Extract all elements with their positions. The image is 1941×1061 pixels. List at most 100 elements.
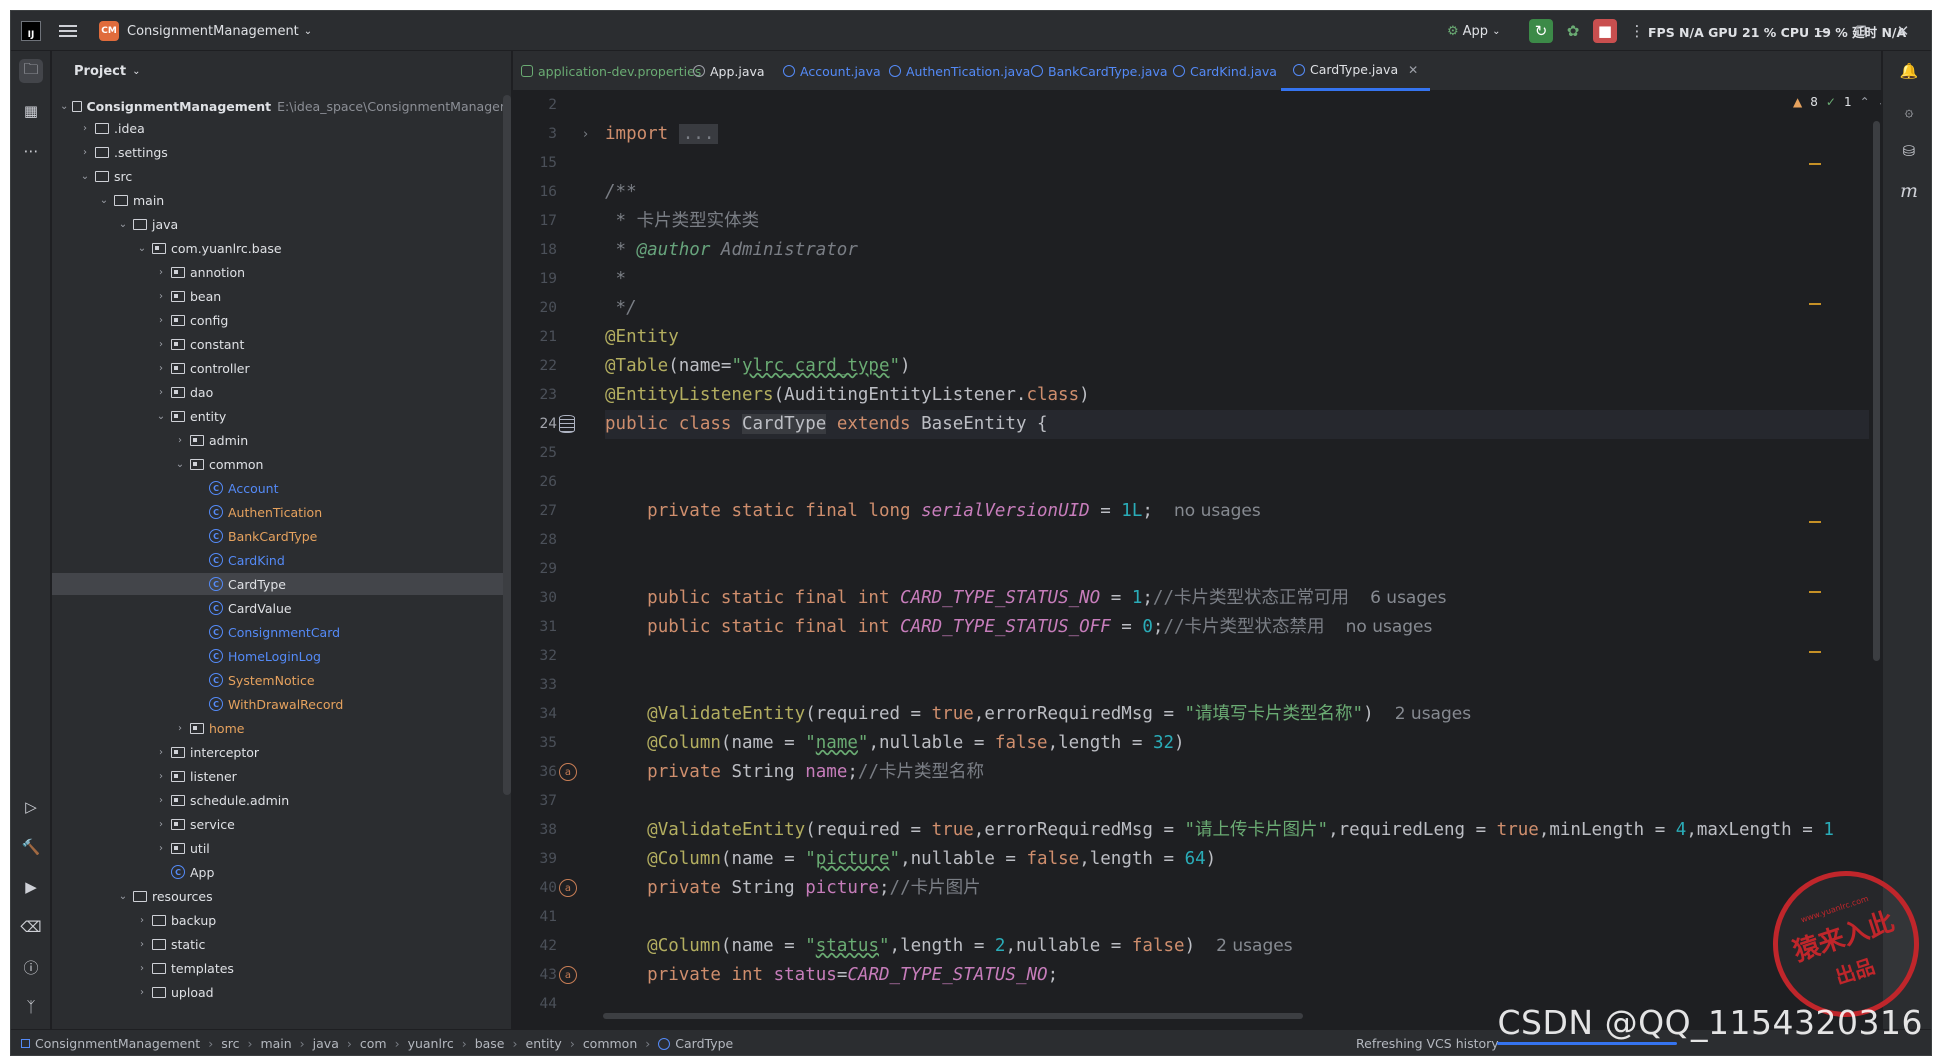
chevron-right-icon[interactable]: › [136,963,148,974]
notifications-icon[interactable]: 🔔 [1897,59,1921,83]
breadcrumb-item[interactable]: yuanlrc [408,1036,454,1051]
warning-marker[interactable] [1809,163,1821,165]
tree-item[interactable]: C Account [52,477,511,499]
tree-item[interactable]: › backup [52,909,511,931]
tree-item[interactable]: › schedule.admin [52,789,511,811]
background-task[interactable]: Refreshing VCS history [1356,1036,1499,1051]
close-icon[interactable]: ✕ [1891,19,1915,43]
chevron-down-icon[interactable]: ⌄ [60,101,68,112]
minimize-icon[interactable]: — [1811,19,1835,43]
tree-item[interactable]: › dao [52,381,511,403]
tree-item[interactable]: C ConsignmentCard [52,621,511,643]
tree-item[interactable]: › util [52,837,511,859]
breadcrumb-item[interactable]: CardType [675,1036,733,1051]
chevron-down-icon[interactable]: ⌄ [136,243,148,254]
chevron-right-icon[interactable]: › [136,987,148,998]
chevron-right-icon[interactable]: › [79,123,91,134]
structure-icon[interactable]: ▦ [19,99,43,123]
warning-marker[interactable] [1809,521,1821,523]
chevron-down-icon[interactable]: ⌄ [155,411,167,422]
chevron-right-icon[interactable]: › [155,363,167,374]
tree-item[interactable]: › static [52,933,511,955]
chevron-down-icon[interactable]: ⌄ [79,171,91,182]
tree-item[interactable]: › constant [52,333,511,355]
tree-item[interactable]: ⌄ src [52,165,511,187]
folded-imports[interactable]: ... [678,124,719,144]
tree-item[interactable]: › .idea [52,117,511,139]
editor-tab[interactable]: AuthenTication.java [889,51,1030,91]
code-view[interactable]: import ... /** * 卡片类型实体类 * @author Admin… [605,91,1869,1029]
tree-item[interactable]: › .settings [52,141,511,163]
column-mapping-icon[interactable]: a [559,966,577,984]
tree-item[interactable]: › service [52,813,511,835]
editor-vertical-scrollbar[interactable] [1873,121,1880,661]
tree-item[interactable]: › bean [52,285,511,307]
tree-item[interactable]: ⌄ main [52,189,511,211]
breadcrumb-item[interactable]: base [475,1036,505,1051]
tree-item[interactable]: › home [52,717,511,739]
tree-item[interactable]: C WithDrawalRecord [52,693,511,715]
problems-icon[interactable]: ⓘ [19,955,43,979]
stop-icon[interactable]: ■ [1593,19,1617,43]
rerun-icon[interactable]: ↻ [1529,19,1553,43]
terminal-icon[interactable]: ⌫ [19,915,43,939]
chevron-right-icon[interactable]: › [155,843,167,854]
breadcrumb-item[interactable]: java [313,1036,339,1051]
chevron-down-icon[interactable]: ⌄ [174,459,186,470]
editor-tab[interactable]: Account.java [783,51,881,91]
editor-tab[interactable]: application-dev.properties [521,51,701,91]
breadcrumb-item[interactable]: main [260,1036,291,1051]
debug-icon[interactable]: ✿ [1561,19,1585,43]
tree-item[interactable]: ⌄ resources [52,885,511,907]
breadcrumb-item[interactable]: com [360,1036,387,1051]
chevron-right-icon[interactable]: › [174,723,186,734]
tree-item[interactable]: › listener [52,765,511,787]
chevron-right-icon[interactable]: › [155,315,167,326]
column-mapping-icon[interactable]: a [559,763,577,781]
tree-item[interactable]: C SystemNotice [52,669,511,691]
entity-table-icon[interactable] [559,415,575,433]
intellij-logo-icon[interactable]: IJ [21,21,41,41]
tree-item[interactable]: › templates [52,957,511,979]
warning-marker[interactable] [1809,651,1821,653]
chevron-right-icon[interactable]: › [174,435,186,446]
fold-expand-icon[interactable]: › [583,120,588,149]
breadcrumb-item[interactable]: common [583,1036,637,1051]
run-config-selector[interactable]: ⚙ App ⌄ [1447,11,1500,51]
tree-item[interactable]: ⌄ common [52,453,511,475]
chevron-right-icon[interactable]: › [155,771,167,782]
breadcrumb-item[interactable]: entity [526,1036,562,1051]
chevron-down-icon[interactable]: ⌄ [1878,95,1881,109]
build-icon[interactable]: 🔨 [19,835,43,859]
maven-icon[interactable]: m [1897,179,1921,203]
tree-item[interactable]: C CardValue [52,597,511,619]
tree-item[interactable]: C AuthenTication [52,501,511,523]
services-icon[interactable]: ▷ [19,795,43,819]
tree-item[interactable]: ⌄ java [52,213,511,235]
editor-tab[interactable]: App.java [693,51,765,91]
breadcrumb-item[interactable]: src [221,1036,239,1051]
git-icon[interactable]: ᛉ [19,995,43,1019]
close-tab-icon[interactable]: ✕ [1408,63,1418,77]
tree-item[interactable]: › controller [52,357,511,379]
tree-item[interactable]: C CardKind [52,549,511,571]
chevron-down-icon[interactable]: ⌄ [117,891,129,902]
chevron-down-icon[interactable]: ⌄ [98,195,110,206]
editor-tab[interactable]: CardKind.java [1173,51,1277,91]
editor-tab[interactable]: CardType.java ✕ [1281,51,1431,91]
tree-item[interactable]: C BankCardType [52,525,511,547]
chevron-right-icon[interactable]: › [155,795,167,806]
tree-item[interactable]: › interceptor [52,741,511,763]
run-icon[interactable]: ▶ [19,875,43,899]
tree-item[interactable]: › upload [52,981,511,1003]
project-panel-header[interactable]: Project ⌄ [52,51,511,91]
chevron-right-icon[interactable]: › [79,147,91,158]
project-badge[interactable]: CM [99,21,119,41]
warning-marker[interactable] [1809,303,1821,305]
tree-root[interactable]: ⌄ ConsignmentManagement E:\idea_space\Co… [52,95,511,117]
tree-item[interactable]: › annotion [52,261,511,283]
database-icon[interactable]: ⛁ [1897,139,1921,163]
tree-item[interactable]: ⌄ entity [52,405,511,427]
column-mapping-icon[interactable]: a [559,879,577,897]
chevron-down-icon[interactable]: ⌄ [117,219,129,230]
